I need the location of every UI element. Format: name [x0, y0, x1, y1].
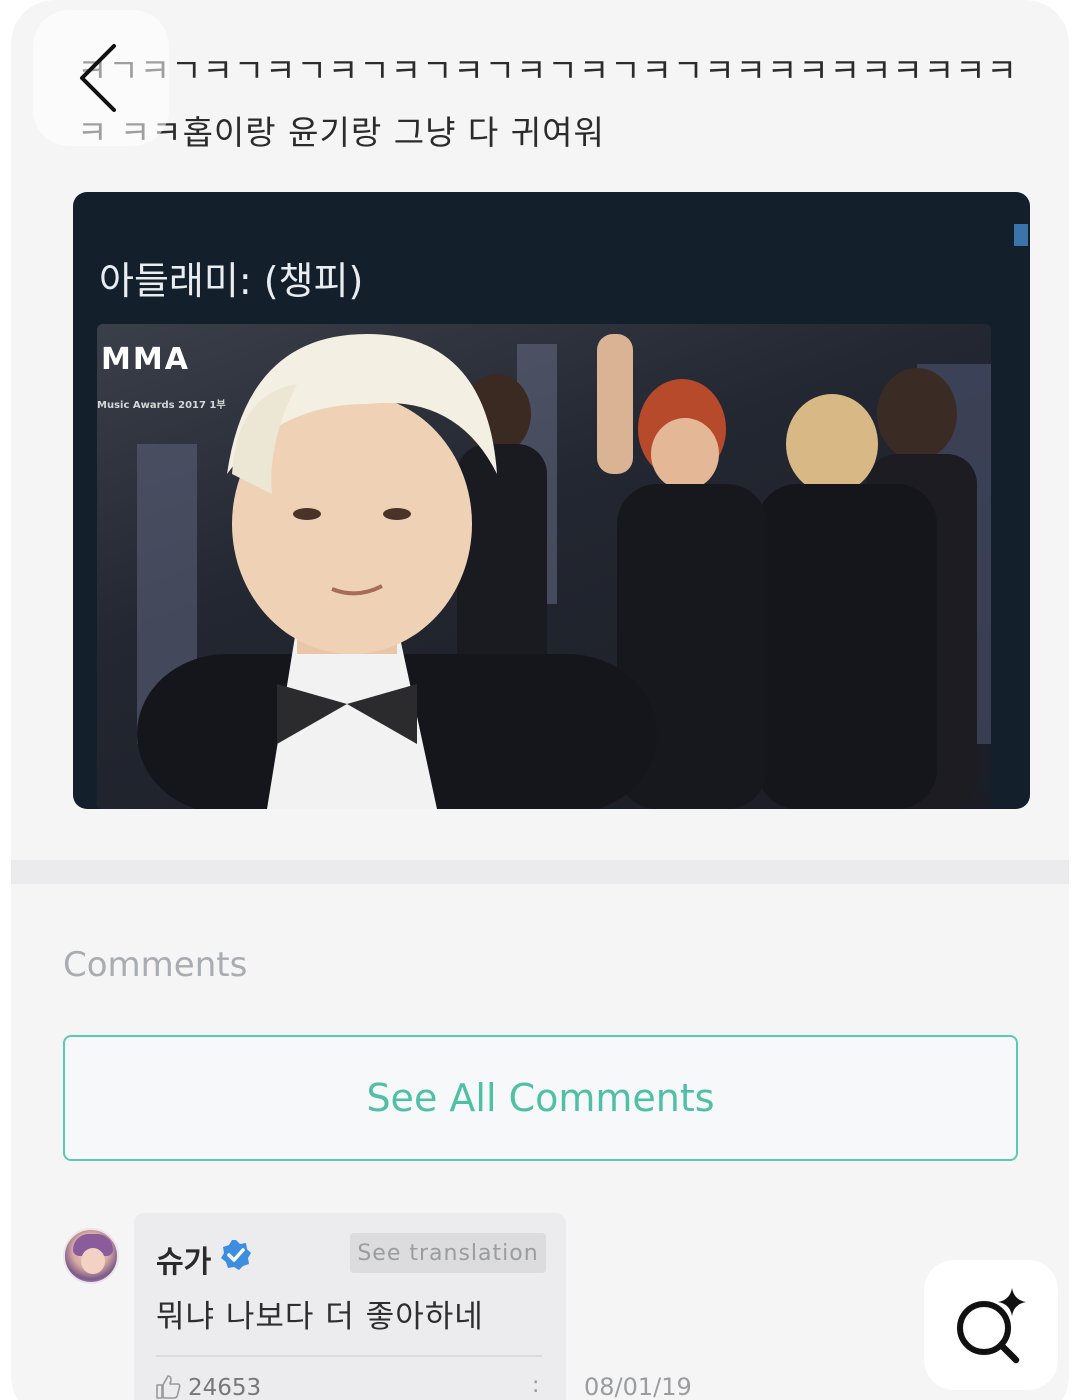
comment-item: 슈가 See translation 뭐냐 나보다 더 좋아하네 24653 :	[134, 1213, 566, 1400]
post-image[interactable]: 아들래미: (챙피) MMA Music Awards 2017 1부	[73, 192, 1030, 809]
chevron-left-icon	[80, 44, 116, 112]
like-count: 24653	[188, 1375, 262, 1400]
comment-author[interactable]: 슈가	[156, 1237, 211, 1281]
photo-illustration	[137, 334, 991, 809]
app-frame: ㅋㄱㅋㄱㅋㄱㅋㄱㅋㄱㅋㄱㅋㄱㅋㄱㅋㄱㅋㄱㅋㅋㅋㅋㅋㅋㅋㅋㅋㅋㅋ ㅋㅋ홉이랑 윤기…	[11, 0, 1069, 1400]
avatar[interactable]	[63, 1228, 119, 1284]
section-divider	[11, 860, 1069, 884]
verified-badge-icon	[221, 1240, 251, 1270]
post-text: ㅋㄱㅋㄱㅋㄱㅋㄱㅋㄱㅋㄱㅋㄱㅋㄱㅋㄱㅋㄱㅋㅋㅋㅋㅋㅋㅋㅋㅋㅋㅋ ㅋㅋ홉이랑 윤기…	[77, 51, 1018, 152]
lens-search-sparkle-icon	[957, 1288, 1026, 1364]
more-options-icon[interactable]: :	[532, 1373, 539, 1398]
thumbs-up-icon[interactable]	[154, 1373, 182, 1400]
see-all-comments-button[interactable]: See All Comments	[63, 1035, 1018, 1161]
comment-text: 뭐냐 나보다 더 좋아하네	[156, 1299, 484, 1335]
image-caption: 아들래미: (챙피)	[99, 259, 364, 303]
avatar-face	[81, 1248, 105, 1274]
event-logo: MMA	[101, 342, 190, 377]
comment-date: 08/01/19	[584, 1373, 692, 1400]
back-button[interactable]	[33, 10, 169, 146]
award-show-photo: MMA Music Awards 2017 1부	[97, 324, 991, 809]
image-edge-mark	[1014, 224, 1028, 246]
event-logo-subtitle: Music Awards 2017 1부	[97, 400, 226, 411]
see-translation-button[interactable]: See translation	[350, 1233, 546, 1273]
visual-search-button[interactable]	[924, 1260, 1058, 1390]
comment-divider	[156, 1355, 542, 1357]
comments-heading: Comments	[63, 945, 248, 985]
event-logo-text: MMA	[101, 342, 190, 377]
